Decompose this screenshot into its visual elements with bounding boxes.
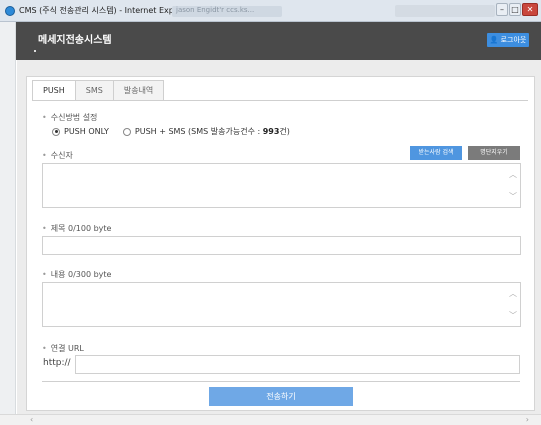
header-dot	[34, 50, 36, 52]
window-controls: – □ ✕	[496, 3, 538, 16]
user-icon: 👤	[489, 36, 499, 44]
tab-sms[interactable]: SMS	[74, 80, 114, 100]
logout-button[interactable]: 👤 로그아웃	[487, 33, 529, 47]
scroll-down-icon[interactable]: ﹀	[509, 310, 517, 321]
scroll-left-icon[interactable]: ‹	[30, 415, 33, 424]
maximize-button[interactable]: □	[509, 3, 521, 16]
horizontal-scrollbar[interactable]: ‹ ›	[0, 414, 541, 425]
subject-input[interactable]	[42, 236, 521, 255]
search-recipient-button[interactable]: 받는사람 검색	[410, 146, 462, 160]
logout-label: 로그아웃	[500, 36, 527, 44]
url-prefix: http://	[43, 358, 71, 368]
scroll-up-icon[interactable]: ︿	[509, 288, 517, 299]
recipient-label: 수신자	[42, 150, 73, 161]
push-only-label: PUSH ONLY	[64, 127, 109, 136]
receive-method-options: PUSH ONLY PUSH + SMS (SMS 발송가능건수 : 993건)	[52, 126, 290, 137]
content-label: 내용 0/300 byte	[42, 269, 112, 280]
send-button[interactable]: 전송하기	[209, 387, 353, 406]
url-input[interactable]	[75, 355, 520, 374]
close-button[interactable]: ✕	[522, 3, 538, 16]
tab-history[interactable]: 발송내역	[112, 80, 165, 100]
clear-list-button[interactable]: 명단지우기	[468, 146, 520, 160]
tab-divider	[32, 100, 528, 101]
content-scrollbar[interactable]: ︿ ﹀	[509, 283, 517, 326]
url-label: 연결 URL	[42, 343, 84, 354]
tab-push[interactable]: PUSH	[32, 80, 76, 101]
push-only-radio[interactable]	[52, 127, 60, 136]
ie-icon	[5, 6, 15, 16]
app-header: 메세지전송시스템 👤 로그아웃	[16, 22, 541, 60]
window-title: CMS (주식 전송관리 시스템) - Internet Explorer	[19, 6, 193, 15]
form-divider	[42, 381, 520, 382]
background-tab[interactable]: jason Engidt'r ccs.ks...	[172, 6, 282, 17]
recipient-scrollbar[interactable]: ︿ ﹀	[509, 164, 517, 207]
minimize-button[interactable]: –	[496, 3, 508, 16]
tab-bar: PUSH SMS 발송내역	[32, 80, 165, 101]
push-sms-radio[interactable]	[122, 127, 131, 136]
subject-label: 제목 0/100 byte	[42, 223, 112, 234]
push-sms-label: PUSH + SMS (SMS 발송가능건수 : 993건)	[134, 127, 290, 136]
scroll-up-icon[interactable]: ︿	[509, 169, 517, 180]
window-titlebar: CMS (주식 전송관리 시스템) - Internet Explorer ja…	[0, 0, 541, 22]
background-address-bar[interactable]	[395, 5, 495, 17]
sms-count: 993	[262, 127, 280, 136]
left-gutter	[0, 22, 16, 425]
recipient-textarea[interactable]: ︿ ﹀	[42, 163, 521, 208]
receive-method-label: 수신방법 설정	[42, 112, 98, 123]
scroll-down-icon[interactable]: ﹀	[509, 191, 517, 202]
scroll-right-icon[interactable]: ›	[526, 415, 529, 424]
app-name: 메세지전송시스템	[38, 35, 112, 46]
content-textarea[interactable]: ︿ ﹀	[42, 282, 521, 327]
